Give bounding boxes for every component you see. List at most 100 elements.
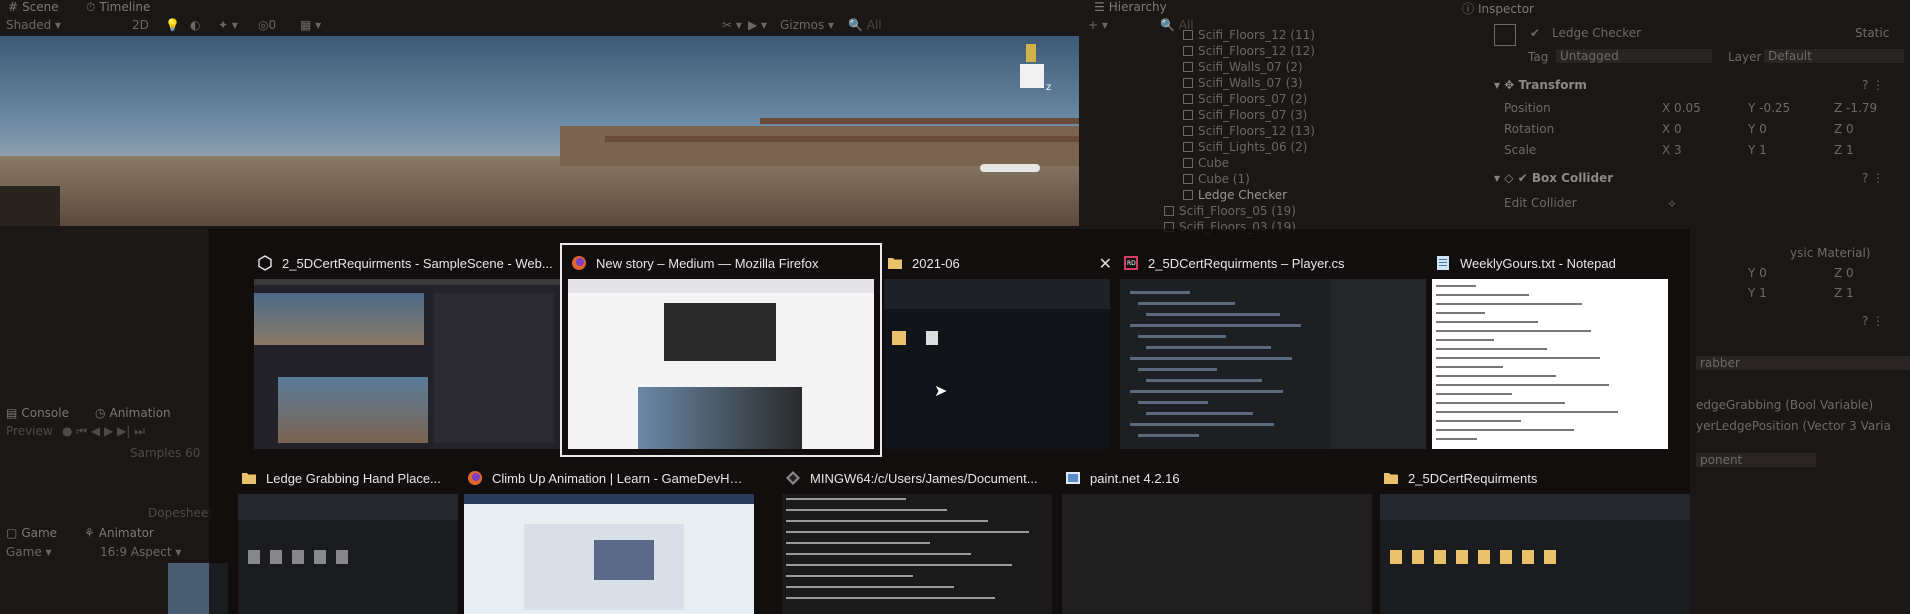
tab-scene[interactable]: # Scene (8, 0, 59, 14)
size-z[interactable]: Z 1 (1834, 286, 1854, 300)
tab-game[interactable]: ▢ Game (6, 526, 57, 540)
physic-material-field[interactable]: ysic Material) (1790, 246, 1871, 260)
center-y[interactable]: Y 0 (1748, 266, 1767, 280)
hierarchy-item[interactable]: Scifi_Floors_12 (12) (1183, 44, 1315, 58)
gameobject-cube-icon (1183, 94, 1193, 104)
transform-foldout[interactable]: ▾ ✥ Transform (1494, 78, 1587, 92)
scene-character (0, 186, 60, 226)
hierarchy-item[interactable]: Scifi_Walls_07 (2) (1183, 60, 1303, 74)
hierarchy-item-label: Scifi_Floors_12 (11) (1198, 28, 1315, 42)
rotation-x[interactable]: X 0 (1662, 122, 1682, 136)
close-window-icon[interactable]: ✕ (1099, 254, 1112, 273)
audio-toggle-icon[interactable]: ◐ (190, 18, 200, 32)
camera-dropdown-icon[interactable]: ▶ ▾ (748, 18, 767, 32)
edit-collider-button[interactable]: ⟡ (1668, 196, 1676, 211)
switcher-window-row2-2[interactable]: MINGW64:/c/Users/James/Document... (782, 466, 1052, 614)
tab-timeline[interactable]: ⏱ Timeline (86, 0, 150, 15)
switcher-window-label: 2_5DCertRequirments (1408, 470, 1538, 486)
gameobject-cube-icon (1183, 30, 1193, 40)
switcher-window-row1-2[interactable]: 2021-06 ✕ ➤ (884, 251, 1112, 449)
position-x[interactable]: X 0.05 (1662, 101, 1701, 115)
preview-button[interactable]: Preview (6, 424, 53, 438)
gameobject-cube-icon (1183, 126, 1193, 136)
hierarchy-item[interactable]: Scifi_Floors_07 (2) (1183, 92, 1307, 106)
switcher-window-row2-0[interactable]: Ledge Grabbing Hand Place... (238, 466, 458, 614)
hidden-objects-icon[interactable]: ◎0 (258, 18, 276, 32)
light-toggle-icon[interactable]: 💡 (165, 18, 180, 32)
hierarchy-item[interactable]: Scifi_Floors_05 (19) (1164, 204, 1296, 218)
shading-mode-dropdown[interactable]: Shaded ▾ (6, 18, 61, 32)
switcher-window-row2-4[interactable]: 2_5DCertRequirments (1380, 466, 1690, 614)
tools-icon[interactable]: ✂ ▾ (722, 18, 742, 32)
window-thumbnail (238, 494, 458, 614)
box-collider-foldout[interactable]: ▾ ◇ ✔ Box Collider (1494, 171, 1613, 185)
add-component-button[interactable]: ponent (1696, 453, 1816, 467)
scale-y[interactable]: Y 1 (1748, 143, 1767, 157)
tag-dropdown[interactable]: Untagged (1556, 49, 1712, 63)
switcher-window-row2-1[interactable]: Climb Up Animation | Learn - GameDevHQ..… (464, 466, 754, 614)
size-y[interactable]: Y 1 (1748, 286, 1767, 300)
tab-animation[interactable]: ◷ Animation (95, 406, 171, 420)
scale-x[interactable]: X 3 (1662, 143, 1682, 157)
hierarchy-item[interactable]: Cube (1) (1183, 172, 1250, 186)
hierarchy-item[interactable]: Scifi_Floors_12 (11) (1183, 28, 1315, 42)
switcher-window-row1-0[interactable]: 2_5DCertRequirments - SampleScene - Web.… (254, 251, 560, 449)
game-display-dropdown[interactable]: Game ▾ (6, 545, 52, 559)
switcher-window-row1-4[interactable]: WeeklyGours.txt - Notepad (1432, 251, 1668, 449)
box-collider-menu-icon[interactable]: ? ⋮ (1862, 171, 1884, 185)
tab-console[interactable]: ▤ Console (6, 406, 69, 420)
tab-animator[interactable]: ⚘ Animator (84, 526, 154, 540)
scene-rail (760, 118, 1079, 124)
create-button[interactable]: + ▾ (1088, 18, 1108, 32)
gizmos-dropdown[interactable]: Gizmos ▾ (780, 18, 834, 32)
aspect-dropdown[interactable]: 16:9 Aspect ▾ (100, 545, 181, 559)
layer-dropdown[interactable]: Default (1764, 49, 1904, 63)
samples-field[interactable]: Samples 60 (130, 446, 200, 460)
rotation-z[interactable]: Z 0 (1834, 122, 1854, 136)
playback-controls[interactable]: ● ⏮ ◀ ▶ ▶| ⏭ (62, 424, 145, 439)
hierarchy-item[interactable]: Scifi_Floors_12 (13) (1183, 124, 1315, 138)
transform-menu-icon[interactable]: ? ⋮ (1862, 78, 1884, 92)
switcher-window-label: Ledge Grabbing Hand Place... (266, 470, 441, 486)
notepad-icon (1434, 254, 1452, 272)
edit-collider-label: Edit Collider (1504, 196, 1577, 210)
ledge-grabbing-field[interactable]: edgeGrabbing (Bool Variable) (1696, 398, 1873, 412)
switcher-window-row1-3[interactable]: RD 2_5DCertRequirments – Player.cs (1120, 251, 1426, 449)
scene-platform (560, 126, 1079, 166)
scale-z[interactable]: Z 1 (1834, 143, 1854, 157)
position-y[interactable]: Y -0.25 (1748, 101, 1790, 115)
scene-viewport[interactable]: z (0, 36, 1079, 226)
hierarchy-item[interactable]: Scifi_Lights_06 (2) (1183, 140, 1307, 154)
grabber-field[interactable]: rabber (1696, 356, 1910, 370)
switcher-window-label: paint.net 4.2.16 (1090, 470, 1180, 486)
switcher-window-row1-1[interactable]: New story – Medium — Mozilla Firefox (560, 243, 882, 457)
scene-search-input[interactable]: 🔍 All (848, 18, 882, 32)
window-thumbnail (1062, 494, 1372, 614)
hierarchy-item-label: Scifi_Floors_07 (3) (1198, 108, 1308, 122)
effects-dropdown-icon[interactable]: ✦ ▾ (218, 18, 238, 32)
dopesheet-button[interactable]: Dopesheet (148, 506, 213, 520)
hierarchy-item[interactable]: Ledge Checker (1183, 188, 1287, 202)
switcher-window-label: 2_5DCertRequirments - SampleScene - Web.… (282, 255, 553, 271)
static-toggle[interactable]: Static (1855, 26, 1889, 40)
switcher-window-title: 2_5DCertRequirments - SampleScene - Web.… (254, 251, 560, 275)
gameobject-cube-icon (1183, 46, 1193, 56)
hierarchy-item[interactable]: Scifi_Floors_07 (3) (1183, 108, 1307, 122)
object-name-field[interactable]: Ledge Checker (1552, 26, 1641, 40)
hierarchy-item[interactable]: Cube (1183, 156, 1229, 170)
gameobject-cube-icon (1183, 142, 1193, 152)
script-menu-icon[interactable]: ? ⋮ (1862, 314, 1884, 328)
scene-orientation-gizmo[interactable] (1020, 64, 1044, 88)
toggle-2d[interactable]: 2D (132, 18, 149, 32)
active-checkbox[interactable]: ✔ (1530, 26, 1540, 40)
switcher-window-row2-3[interactable]: paint.net 4.2.16 (1062, 466, 1372, 614)
rotation-y[interactable]: Y 0 (1748, 122, 1767, 136)
hierarchy-item[interactable]: Scifi_Walls_07 (3) (1183, 76, 1303, 90)
hierarchy-title: ☰ Hierarchy (1094, 0, 1167, 14)
center-z[interactable]: Z 0 (1834, 266, 1854, 280)
grid-dropdown-icon[interactable]: ▦ ▾ (300, 18, 321, 32)
scene-floor (0, 156, 1079, 226)
window-thumbnail (464, 494, 754, 614)
ledge-position-field[interactable]: yerLedgePosition (Vector 3 Varia (1696, 419, 1891, 433)
position-z[interactable]: Z -1.79 (1834, 101, 1877, 115)
